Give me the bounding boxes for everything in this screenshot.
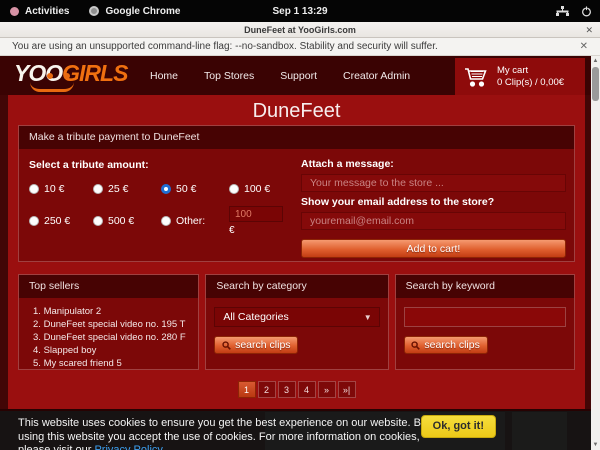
amount-option-500[interactable]: 500 € (93, 206, 161, 236)
window-title-bar: DuneFeet at YooGirls.com ✕ (0, 22, 600, 38)
amount-option-label: 50 € (176, 183, 196, 195)
amount-label: Select a tribute amount: (29, 159, 291, 171)
scroll-down-icon[interactable]: ▼ (591, 440, 600, 450)
currency-label: € (229, 225, 291, 236)
main-nav: Home Top Stores Support Creator Admin (150, 56, 410, 95)
add-to-cart-button[interactable]: Add to cart! (301, 239, 566, 258)
email-label: Show your email address to the store? (301, 196, 566, 208)
cookie-consent-bar: This website uses cookies to ensure you … (0, 411, 592, 450)
amount-option-label: 25 € (108, 183, 128, 195)
search-category-header: Search by category (206, 275, 387, 298)
top-sellers-list: Manipulator 2 DuneFeet special video no.… (19, 298, 198, 370)
category-selected-value: All Categories (223, 311, 288, 323)
warning-text: You are using an unsupported command-lin… (12, 41, 438, 52)
page-button-1[interactable]: 1 (238, 381, 256, 398)
logo-o-dot-icon (64, 73, 70, 79)
radio-icon[interactable] (229, 184, 239, 194)
top-sellers-header: Top sellers (19, 275, 198, 298)
nav-item-creator-admin[interactable]: Creator Admin (343, 70, 410, 82)
chevron-down-icon: ▼ (364, 308, 372, 327)
amount-option-label: Other: (176, 215, 205, 227)
radio-icon[interactable] (29, 216, 39, 226)
logo-smile-arc (30, 82, 74, 92)
top-seller-item[interactable]: Manipulator 2 (33, 305, 190, 318)
amount-option-label: 500 € (108, 215, 134, 227)
search-icon (222, 341, 231, 350)
search-keyword-header: Search by keyword (396, 275, 574, 298)
power-icon[interactable] (581, 6, 592, 17)
cart-count: 0 Clip(s) / 0,00€ (497, 77, 564, 88)
search-clips-label: search clips (235, 339, 290, 351)
vertical-scrollbar[interactable]: ▲ ▼ (591, 56, 600, 450)
privacy-policy-link[interactable]: Privacy Policy (94, 444, 162, 450)
top-seller-item[interactable]: DuneFeet special video no. 280 F (33, 331, 190, 344)
page-button-2[interactable]: 2 (258, 381, 276, 398)
amount-options: 10 € 25 € 50 € 100 € 250 € 500 € Other: … (29, 183, 291, 236)
page-button-3[interactable]: 3 (278, 381, 296, 398)
email-input[interactable] (301, 212, 566, 230)
message-label: Attach a message: (301, 158, 566, 170)
pagination: 1 2 3 4 » »| (8, 381, 585, 398)
main-content: DuneFeet Make a tribute payment to DuneF… (8, 95, 585, 409)
amount-option-label: 250 € (44, 215, 70, 227)
page-title: DuneFeet (8, 95, 585, 125)
search-category-panel: Search by category All Categories ▼ sear… (205, 274, 388, 370)
tribute-panel-header: Make a tribute payment to DuneFeet (19, 126, 574, 149)
amount-option-other[interactable]: Other: (161, 206, 229, 236)
amount-option-100[interactable]: 100 € (229, 183, 291, 195)
page-button-next[interactable]: » (318, 381, 336, 398)
other-amount-input[interactable] (229, 206, 283, 222)
desktop-top-bar: Activities Google Chrome Sep 1 13:29 (0, 0, 600, 22)
nav-item-home[interactable]: Home (150, 70, 178, 82)
scroll-up-icon[interactable]: ▲ (591, 56, 600, 66)
radio-icon[interactable] (161, 216, 171, 226)
scrollbar-thumb[interactable] (592, 67, 599, 101)
search-keyword-panel: Search by keyword search clips (395, 274, 575, 370)
search-clips-label: search clips (424, 339, 479, 351)
amount-option-label: 100 € (244, 183, 270, 195)
amount-option-50[interactable]: 50 € (161, 183, 229, 195)
amount-option-10[interactable]: 10 € (29, 183, 93, 195)
chrome-warning-bar: You are using an unsupported command-lin… (0, 38, 600, 56)
top-seller-item[interactable]: My scared friend 5 (33, 357, 190, 370)
radio-checked-icon[interactable] (161, 184, 171, 194)
search-icon (411, 341, 420, 350)
amount-option-25[interactable]: 25 € (93, 183, 161, 195)
message-input[interactable] (301, 174, 566, 192)
tribute-panel: Make a tribute payment to DuneFeet Selec… (18, 125, 575, 262)
amount-option-250[interactable]: 250 € (29, 206, 93, 236)
category-select[interactable]: All Categories ▼ (214, 307, 379, 327)
page-button-last[interactable]: »| (338, 381, 356, 398)
cookie-ok-button[interactable]: Ok, got it! (421, 415, 496, 438)
top-seller-item[interactable]: DuneFeet special video no. 195 T (33, 318, 190, 331)
radio-icon[interactable] (93, 216, 103, 226)
search-clips-keyword-button[interactable]: search clips (404, 336, 488, 354)
screen: Activities Google Chrome Sep 1 13:29 Dun… (0, 0, 600, 450)
bottom-panels: Top sellers Manipulator 2 DuneFeet speci… (18, 274, 575, 370)
nav-item-top-stores[interactable]: Top Stores (204, 70, 254, 82)
clock[interactable]: Sep 1 13:29 (0, 6, 600, 17)
cookie-text: This website uses cookies to ensure you … (18, 417, 426, 450)
window-close-icon[interactable]: ✕ (585, 22, 593, 38)
search-clips-category-button[interactable]: search clips (214, 336, 298, 354)
network-icon[interactable] (556, 6, 569, 17)
site-header: YOOGIRLS Home Top Stores Support Creator… (0, 56, 600, 95)
window-title: DuneFeet at YooGirls.com (244, 25, 356, 35)
top-seller-item[interactable]: Slapped boy (33, 344, 190, 357)
warning-close-icon[interactable]: ✕ (580, 38, 588, 55)
logo-o-dot-icon (47, 73, 53, 79)
radio-icon[interactable] (29, 184, 39, 194)
top-sellers-panel: Top sellers Manipulator 2 DuneFeet speci… (18, 274, 199, 370)
my-cart-widget[interactable]: My cart 0 Clip(s) / 0,00€ (455, 58, 585, 95)
keyword-input[interactable] (404, 307, 566, 327)
page-button-4[interactable]: 4 (298, 381, 316, 398)
amount-option-label: 10 € (44, 183, 64, 195)
cart-icon (463, 65, 489, 89)
cart-label: My cart (497, 65, 528, 76)
radio-icon[interactable] (93, 184, 103, 194)
nav-item-support[interactable]: Support (280, 70, 317, 82)
